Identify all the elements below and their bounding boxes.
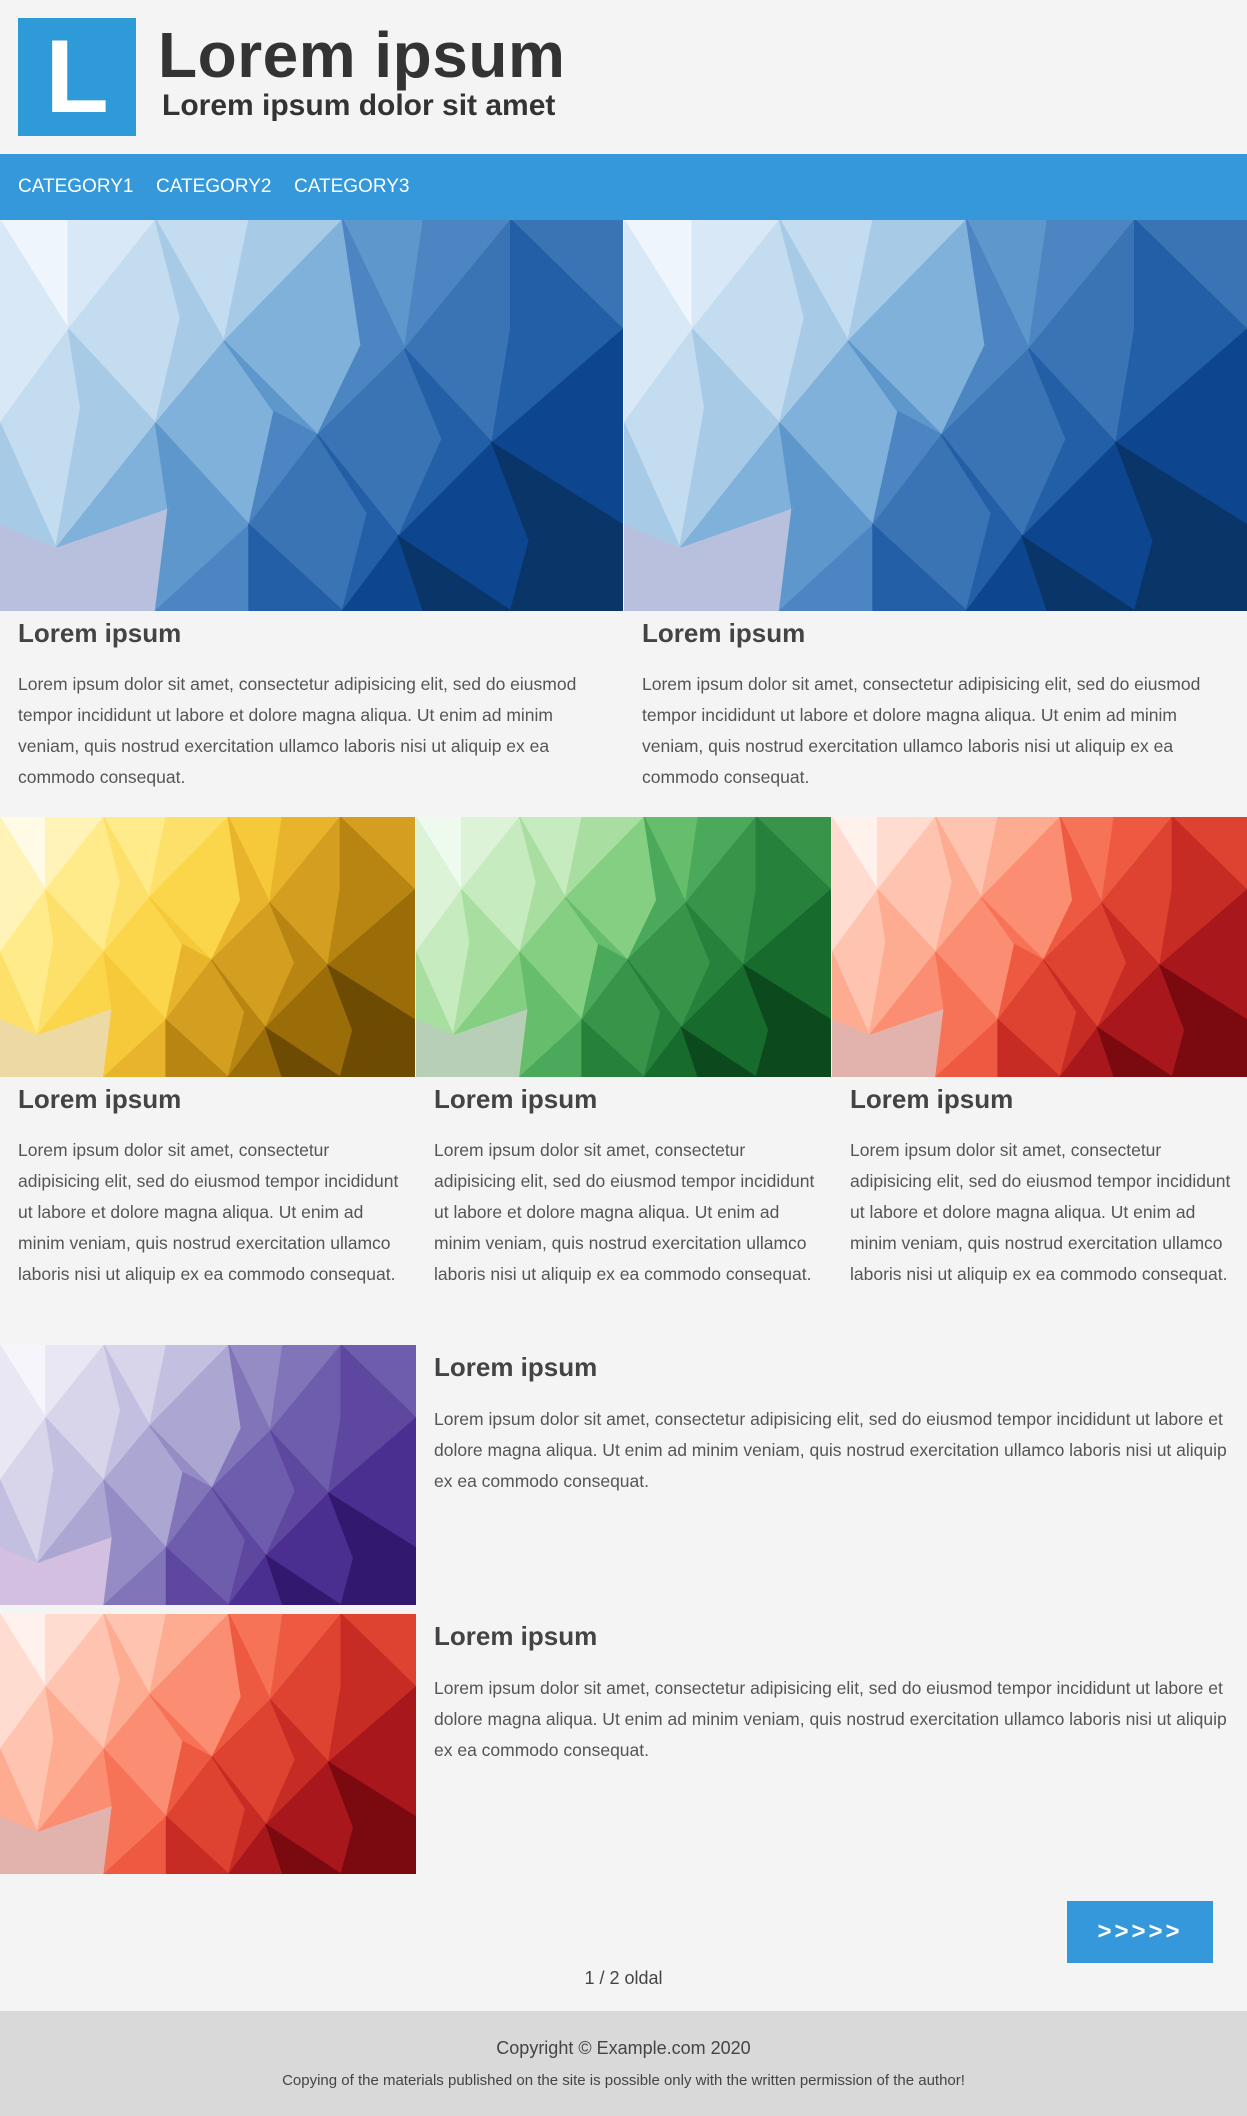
copyright-text: Copyright © Example.com 2020 <box>496 2038 751 2058</box>
logo-letter: L <box>45 19 109 135</box>
low-poly-pattern <box>0 220 623 611</box>
article-title[interactable]: Lorem ipsum <box>434 1620 597 1652</box>
low-poly-pattern <box>832 817 1247 1077</box>
article-excerpt: Lorem ipsum dolor sit amet, consectetur … <box>434 1409 1227 1491</box>
article-image[interactable] <box>416 817 831 1077</box>
article-title[interactable]: Lorem ipsum <box>850 1083 1013 1115</box>
article-image[interactable] <box>0 817 415 1077</box>
low-poly-pattern <box>0 1614 416 1874</box>
site-title: Lorem ipsum <box>158 19 566 91</box>
article-excerpt: Lorem ipsum dolor sit amet, consectetur … <box>434 1140 815 1284</box>
low-poly-pattern <box>624 220 1247 611</box>
nav-item-category2[interactable]: CATEGORY2 <box>156 154 271 220</box>
article-title[interactable]: Lorem ipsum <box>434 1351 597 1383</box>
article-excerpt: Lorem ipsum dolor sit amet, consectetur … <box>850 1140 1231 1284</box>
next-page-button[interactable]: >>>>> <box>1067 1901 1213 1963</box>
article-title[interactable]: Lorem ipsum <box>18 617 181 649</box>
low-poly-pattern <box>416 817 831 1077</box>
article-excerpt: Lorem ipsum dolor sit amet, consectetur … <box>18 674 577 787</box>
nav-item-category3[interactable]: CATEGORY3 <box>294 154 409 220</box>
article-excerpt: Lorem ipsum dolor sit amet, consectetur … <box>434 1678 1227 1760</box>
site-header: L Lorem ipsum Lorem ipsum dolor sit amet <box>0 0 1247 154</box>
low-poly-pattern <box>0 1345 416 1605</box>
article-image[interactable] <box>624 220 1247 611</box>
article-image[interactable] <box>0 1614 416 1874</box>
low-poly-pattern <box>0 817 415 1077</box>
site-logo[interactable]: L <box>18 18 136 136</box>
article-title[interactable]: Lorem ipsum <box>642 617 805 649</box>
article-image[interactable] <box>832 817 1247 1077</box>
page-indicator: 1 / 2 oldal <box>584 1968 663 1988</box>
article-excerpt: Lorem ipsum dolor sit amet, consectetur … <box>18 1140 399 1284</box>
article-image[interactable] <box>0 220 623 611</box>
main-nav: CATEGORY1 CATEGORY2 CATEGORY3 <box>0 154 1247 220</box>
article-image[interactable] <box>0 1345 416 1605</box>
nav-item-category1[interactable]: CATEGORY1 <box>18 154 133 220</box>
site-subtitle: Lorem ipsum dolor sit amet <box>162 89 556 122</box>
article-title[interactable]: Lorem ipsum <box>434 1083 597 1115</box>
article-excerpt: Lorem ipsum dolor sit amet, consectetur … <box>642 674 1201 787</box>
site-footer: Copyright © Example.com 2020 Copying of … <box>0 2011 1247 2116</box>
copyright-notice: Copying of the materials published on th… <box>282 2072 965 2089</box>
article-title[interactable]: Lorem ipsum <box>18 1083 181 1115</box>
